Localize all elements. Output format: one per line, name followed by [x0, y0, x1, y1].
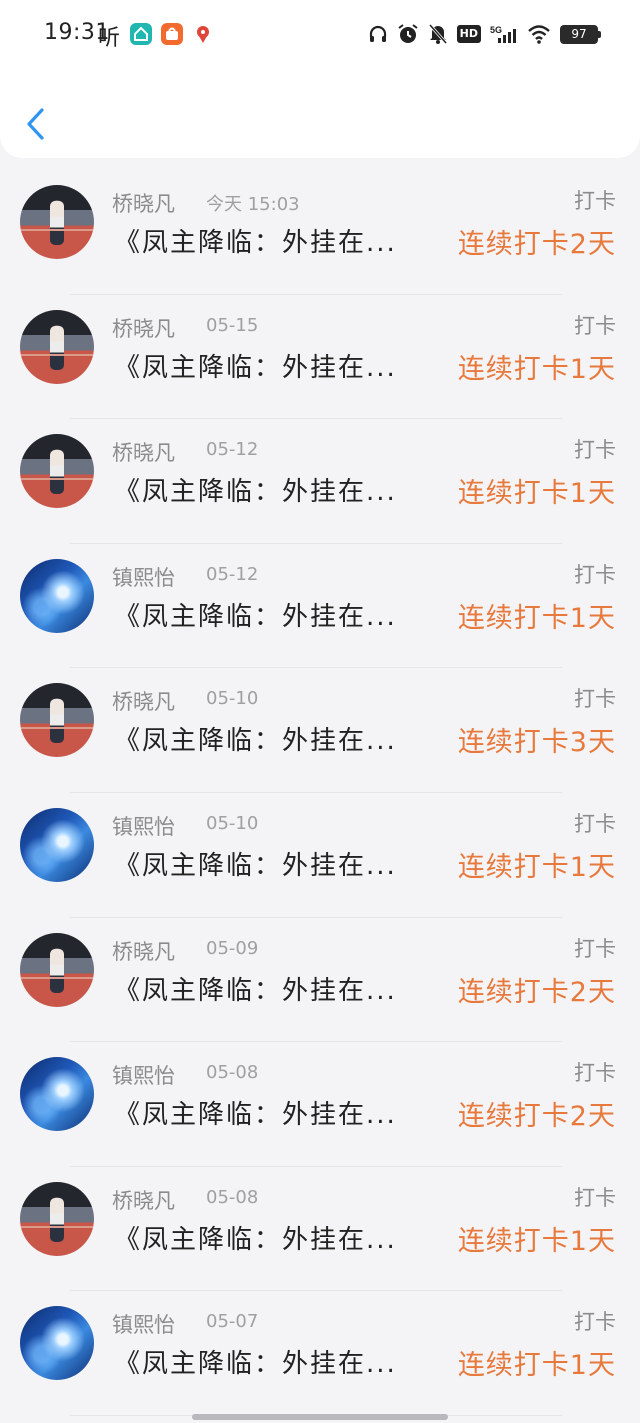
top-bar: 19:31 听 HD 5G 97	[0, 0, 640, 158]
avatar[interactable]	[20, 1181, 94, 1256]
checkin-date: 今天 15:03	[206, 194, 300, 215]
checkin-row[interactable]: 桥晓凡 05-08 打卡《凤主降临：外挂在... 连续打卡1天	[0, 1167, 640, 1292]
checkin-date: 05-12	[206, 563, 259, 585]
book-title: 《凤主降临：外挂在...	[114, 850, 397, 881]
avatar[interactable]	[20, 683, 94, 758]
book-title: 《凤主降临：外挂在...	[114, 726, 397, 757]
avatar[interactable]	[20, 558, 94, 633]
mute-bell-icon	[428, 24, 447, 44]
checkin-type-label: 打卡	[574, 811, 616, 836]
user-name: 镇熙怡	[112, 565, 175, 590]
avatar[interactable]	[20, 1306, 94, 1381]
back-button[interactable]	[22, 106, 52, 142]
checkin-date: 05-12	[206, 439, 259, 461]
streak-label: 连续打卡1天	[457, 602, 616, 634]
checkin-date: 05-07	[206, 1311, 259, 1333]
avatar[interactable]	[20, 434, 94, 509]
streak-label: 连续打卡1天	[457, 1350, 616, 1382]
checkin-row[interactable]: 镇熙怡 05-07 打卡《凤主降临：外挂在... 连续打卡1天	[0, 1291, 640, 1416]
map-pin-app-icon	[192, 23, 214, 45]
battery-indicator: 97	[560, 24, 601, 44]
user-name: 桥晓凡	[112, 690, 175, 715]
avatar[interactable]	[20, 807, 94, 882]
checkin-date: 05-08	[206, 1062, 259, 1084]
status-bar: 19:31 听 HD 5G 97	[0, 0, 640, 66]
status-carrier: 听	[98, 26, 121, 51]
book-title: 《凤主降临：外挂在...	[114, 601, 397, 632]
streak-label: 连续打卡1天	[457, 851, 616, 883]
streak-label: 连续打卡3天	[457, 727, 616, 759]
avatar[interactable]	[20, 932, 94, 1007]
hd-badge: HD	[456, 25, 481, 43]
checkin-type-label: 打卡	[574, 1061, 616, 1086]
book-title: 《凤主降临：外挂在...	[114, 1100, 397, 1131]
streak-label: 连续打卡1天	[457, 1225, 616, 1257]
checkin-type-label: 打卡	[574, 438, 616, 463]
home-indicator[interactable]	[192, 1414, 448, 1420]
user-name: 镇熙怡	[112, 814, 175, 839]
checkin-date: 05-09	[206, 937, 259, 959]
checkin-type-label: 打卡	[574, 313, 616, 338]
user-name: 桥晓凡	[112, 316, 175, 341]
checkin-row[interactable]: 镇熙怡 05-12 打卡《凤主降临：外挂在... 连续打卡1天	[0, 544, 640, 669]
checkin-type-label: 打卡	[574, 1310, 616, 1335]
user-name: 桥晓凡	[112, 441, 175, 466]
checkin-row[interactable]: 桥晓凡 05-10 打卡《凤主降临：外挂在... 连续打卡3天	[0, 668, 640, 793]
avatar[interactable]	[20, 185, 94, 259]
book-title: 《凤主降临：外挂在...	[114, 975, 397, 1006]
streak-label: 连续打卡2天	[457, 1101, 616, 1133]
checkin-row[interactable]: 桥晓凡 05-12 打卡《凤主降临：外挂在... 连续打卡1天	[0, 419, 640, 544]
user-name: 桥晓凡	[112, 192, 175, 216]
user-name: 镇熙怡	[112, 1313, 175, 1338]
book-title: 《凤主降临：外挂在...	[114, 477, 397, 508]
book-title: 《凤主降临：外挂在...	[114, 1224, 397, 1255]
user-name: 镇熙怡	[112, 1064, 175, 1089]
checkin-type-label: 打卡	[574, 1185, 616, 1210]
checkin-row[interactable]: 镇熙怡 05-10 打卡《凤主降临：外挂在... 连续打卡1天	[0, 793, 640, 918]
streak-label: 连续打卡1天	[457, 478, 616, 510]
home-app-icon	[130, 23, 152, 45]
user-name: 桥晓凡	[112, 939, 175, 964]
streak-label: 连续打卡1天	[457, 353, 616, 385]
checkin-date: 05-15	[206, 314, 259, 336]
book-title: 《凤主降临：外挂在...	[114, 352, 397, 383]
chevron-left-icon	[27, 108, 44, 140]
streak-label: 连续打卡2天	[457, 976, 616, 1008]
avatar[interactable]	[20, 309, 94, 384]
user-name: 桥晓凡	[112, 1188, 175, 1213]
checkin-date: 05-08	[206, 1186, 259, 1208]
wifi-icon	[528, 25, 550, 44]
shopping-app-icon	[161, 23, 183, 45]
checkin-row[interactable]: 桥晓凡 05-09 打卡《凤主降临：外挂在... 连续打卡2天	[0, 918, 640, 1043]
checkin-row[interactable]: 桥晓凡 今天 15:03 打卡《凤主降临：外挂在... 连续打卡2天	[0, 170, 640, 295]
checkin-type-label: 打卡	[574, 562, 616, 587]
headphones-icon	[369, 25, 386, 42]
checkin-list: 桥晓凡 今天 15:03 打卡 《凤主降临：外挂在... 连续打卡2天 桥晓凡 05-15 打…	[0, 170, 640, 1416]
book-title: 《凤主降临：外挂在...	[114, 1349, 397, 1380]
alarm-icon	[398, 24, 418, 43]
checkin-row[interactable]: 镇熙怡 05-08 打卡《凤主降临：外挂在... 连续打卡2天	[0, 1042, 640, 1167]
checkin-row[interactable]: 桥晓凡 05-15 打卡《凤主降临：外挂在... 连续打卡1天	[0, 295, 640, 420]
streak-label: 连续打卡2天	[457, 229, 616, 260]
svg-text:5G: 5G	[490, 25, 502, 35]
checkin-date: 05-10	[206, 812, 259, 834]
checkin-date: 05-10	[206, 688, 259, 710]
status-icons: HD 5G 97	[368, 22, 601, 46]
signal-5g-icon: 5G	[490, 25, 516, 43]
avatar[interactable]	[20, 1057, 94, 1132]
book-title: 《凤主降临：外挂在...	[114, 228, 397, 258]
checkin-type-label: 打卡	[574, 687, 616, 712]
checkin-type-label: 打卡	[574, 189, 616, 213]
checkin-type-label: 打卡	[574, 936, 616, 961]
